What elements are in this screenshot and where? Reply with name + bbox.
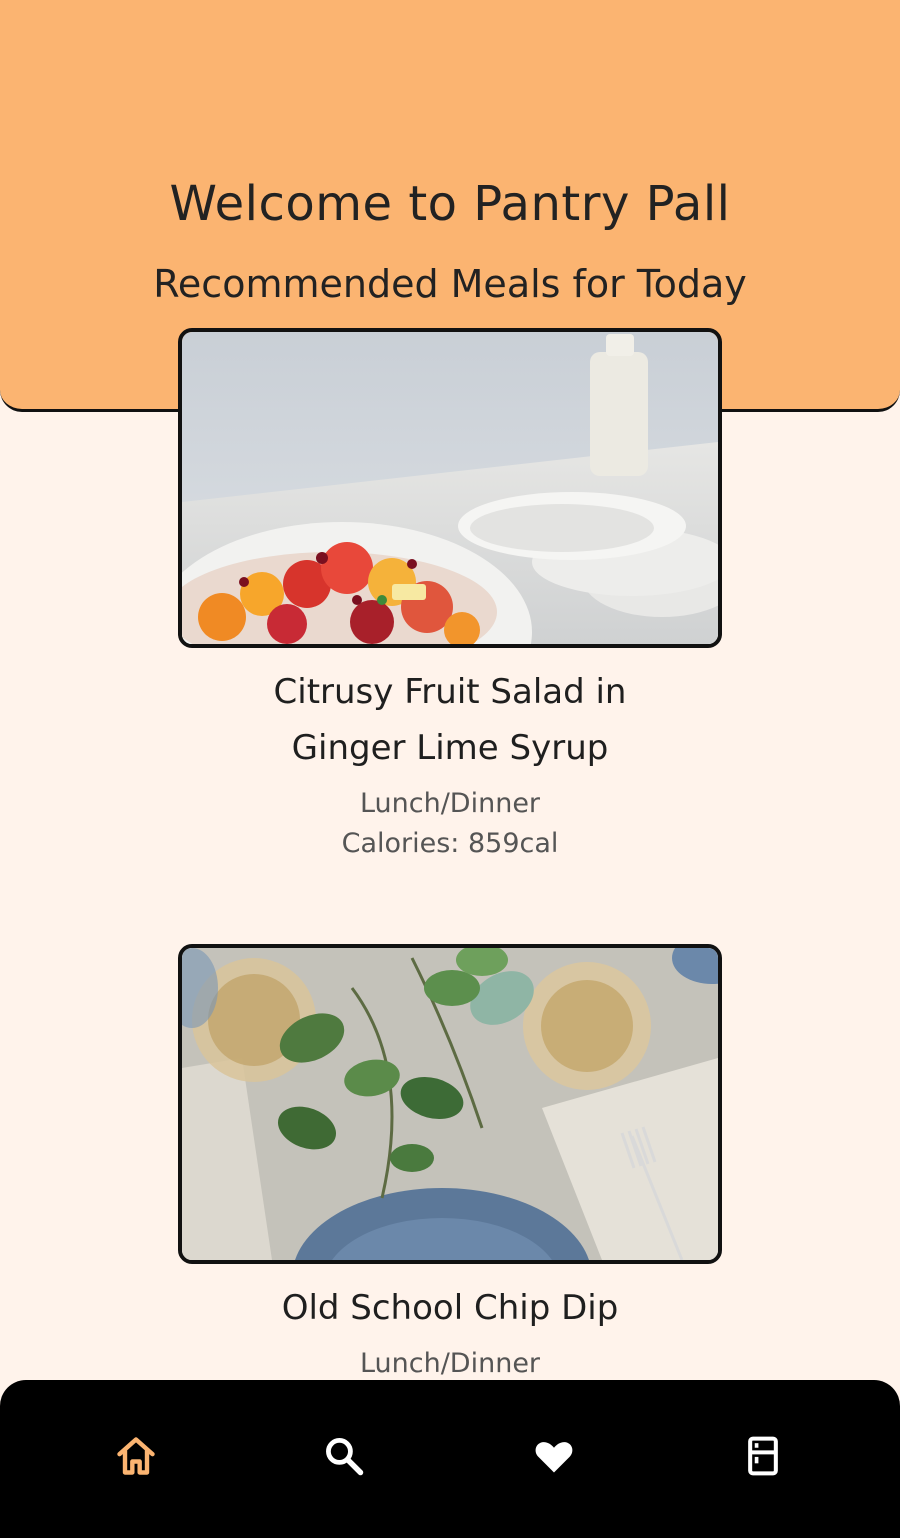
section-subtitle: Recommended Meals for Today: [153, 262, 747, 306]
fridge-icon: [748, 1436, 778, 1476]
nav-home-button[interactable]: [106, 1426, 166, 1486]
meal-image-fruit-salad[interactable]: [178, 328, 722, 648]
meal-title-line2[interactable]: Ginger Lime Syrup: [200, 720, 700, 776]
meal-image-chip-dip[interactable]: [178, 944, 722, 1264]
fruit-salad-photo: [182, 332, 718, 644]
home-icon: [117, 1437, 155, 1475]
meal-category: Lunch/Dinner: [359, 1348, 541, 1379]
nav-favorites-button[interactable]: [524, 1426, 584, 1486]
meal-category: Lunch/Dinner: [359, 788, 541, 819]
welcome-title: Welcome to Pantry Pall: [169, 176, 731, 232]
meal-title[interactable]: Citrusy Fruit Salad in: [200, 664, 700, 720]
nav-search-button[interactable]: [314, 1426, 374, 1486]
meal-title[interactable]: Old School Chip Dip: [200, 1280, 700, 1336]
meal-calories: Calories: 859cal: [341, 828, 559, 859]
table-setting-photo: [182, 948, 718, 1260]
search-icon: [326, 1438, 364, 1476]
heart-icon: [535, 1442, 573, 1473]
bottom-nav: [0, 1380, 900, 1538]
nav-pantry-button[interactable]: [733, 1426, 793, 1486]
